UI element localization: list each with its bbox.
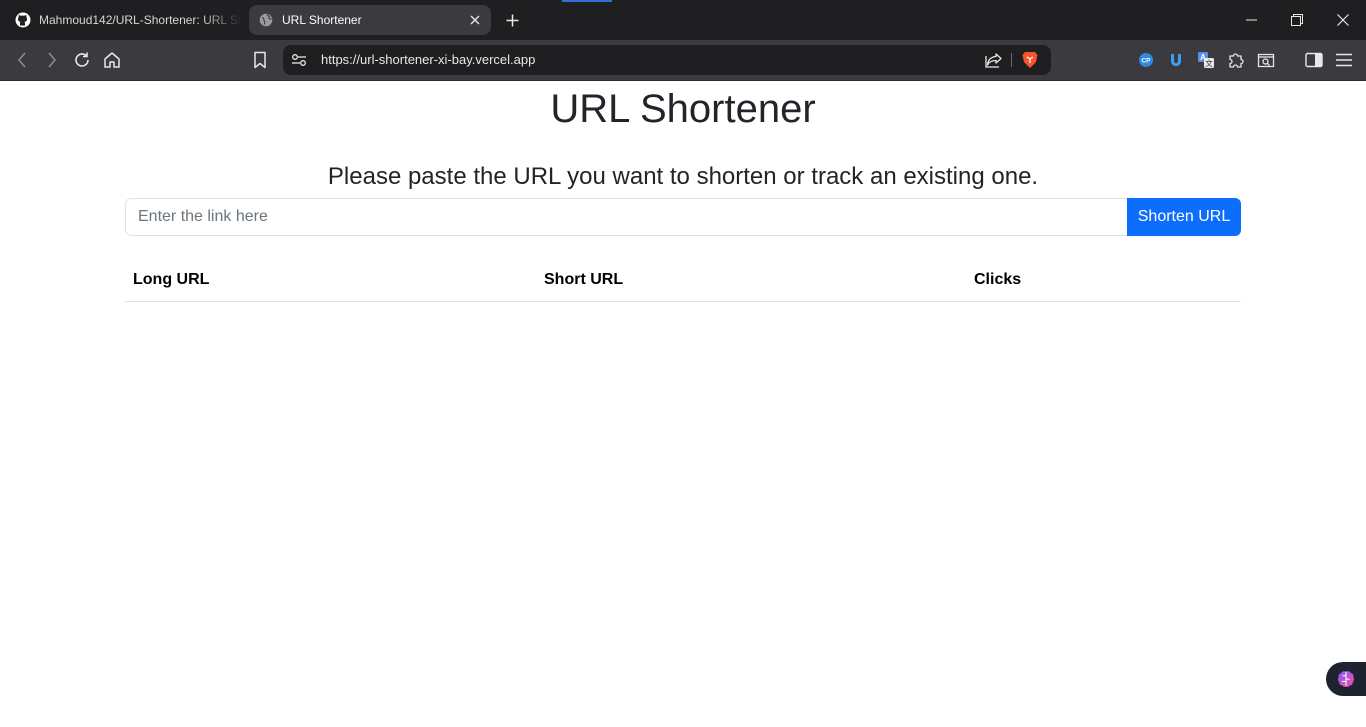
github-icon — [15, 12, 31, 28]
browser-toolbar: https://url-shortener-xi-bay.vercel.app … — [0, 40, 1366, 81]
tab-label: URL Shortener — [282, 13, 362, 27]
tab-github-repo[interactable]: Mahmoud142/URL-Shortener: URL Shortener — [6, 5, 242, 35]
brave-shields-icon[interactable] — [1021, 51, 1039, 69]
page-subtitle: Please paste the URL you want to shorten… — [327, 163, 1039, 190]
globe-icon — [258, 12, 274, 28]
restore-button[interactable] — [1274, 0, 1320, 40]
close-tab-icon[interactable] — [465, 10, 485, 30]
home-button[interactable] — [100, 48, 124, 72]
page-content: URL Shortener Please paste the URL you w… — [0, 81, 1366, 727]
address-bar[interactable]: https://url-shortener-xi-bay.vercel.app — [283, 45, 1051, 75]
reload-button[interactable] — [70, 48, 94, 72]
table-header-row: Long URL Short URL Clicks — [125, 262, 1241, 302]
tab-label: Mahmoud142/URL-Shortener: URL Shortener — [39, 13, 242, 27]
brain-icon — [1337, 671, 1355, 687]
extension-blue-icon[interactable] — [1164, 48, 1188, 72]
minimize-button[interactable] — [1228, 0, 1274, 40]
site-settings-icon[interactable] — [290, 51, 308, 69]
svg-text:文: 文 — [1205, 58, 1213, 68]
shorten-form: Shorten URL — [125, 198, 1241, 236]
reader-search-icon[interactable] — [1254, 48, 1278, 72]
tab-strip-accent — [562, 0, 612, 2]
column-header-short-url: Short URL — [536, 262, 966, 302]
share-icon[interactable] — [985, 51, 1003, 69]
translate-icon[interactable]: A文 — [1194, 48, 1218, 72]
extensions-puzzle-icon[interactable] — [1224, 48, 1248, 72]
urls-table: Long URL Short URL Clicks — [125, 262, 1241, 302]
ai-assistant-button[interactable] — [1326, 662, 1366, 696]
link-input[interactable] — [125, 198, 1127, 236]
forward-button[interactable] — [40, 48, 64, 72]
back-button[interactable] — [10, 48, 34, 72]
bookmark-icon[interactable] — [248, 48, 272, 72]
svg-text:CP: CP — [1141, 58, 1151, 65]
sidebar-toggle-icon[interactable] — [1302, 48, 1326, 72]
column-header-long-url: Long URL — [125, 262, 536, 302]
tab-bar: Mahmoud142/URL-Shortener: URL Shortener … — [0, 0, 1366, 40]
page-title: URL Shortener — [550, 87, 816, 131]
tab-url-shortener[interactable]: URL Shortener — [249, 5, 491, 35]
new-tab-button[interactable] — [501, 9, 523, 31]
address-bar-divider — [1011, 53, 1012, 67]
column-header-clicks: Clicks — [966, 262, 1241, 302]
shorten-url-button[interactable]: Shorten URL — [1127, 198, 1241, 236]
address-bar-url[interactable]: https://url-shortener-xi-bay.vercel.app — [321, 52, 535, 67]
menu-icon[interactable] — [1332, 48, 1356, 72]
extension-cp-icon[interactable]: CP — [1134, 48, 1158, 72]
close-window-button[interactable] — [1320, 0, 1366, 40]
